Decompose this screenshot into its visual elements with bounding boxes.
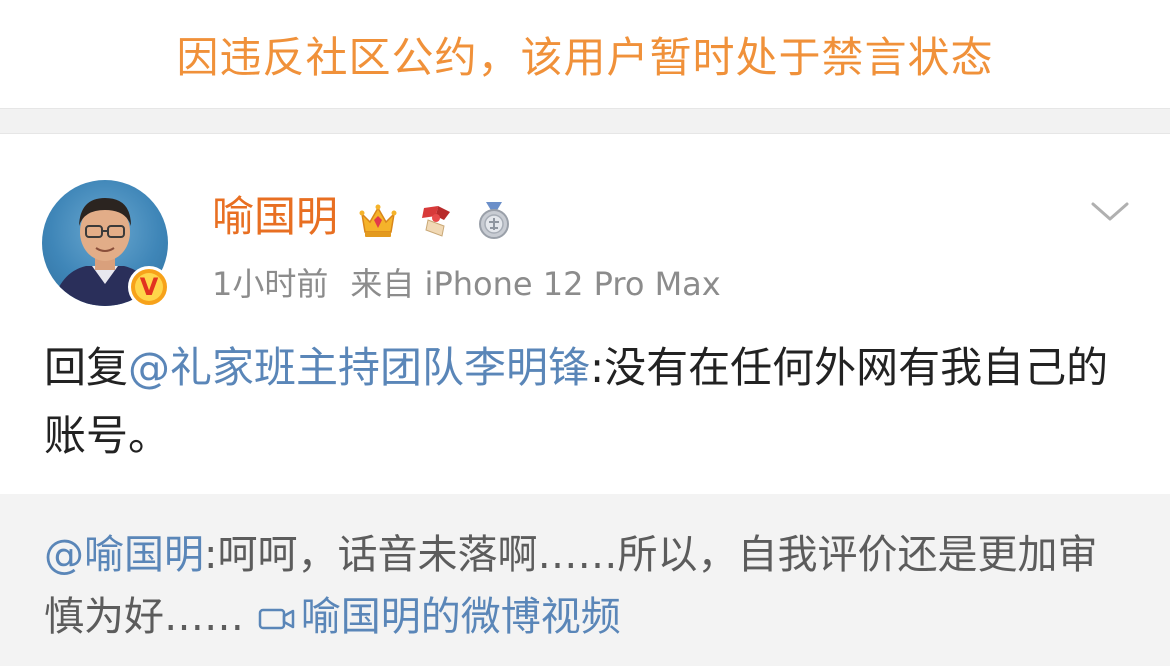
ban-notice-text: 因违反社区公约，该用户暂时处于禁言状态 (176, 32, 994, 82)
weibo-post-page: 因违反社区公约，该用户暂时处于禁言状态 V 喻国明 1小时前 来自 iPhone… (0, 0, 1170, 666)
reply-prefix: 回复 (44, 343, 129, 392)
quoted-reply-body: @喻国明:呵呵，话音未落啊……所以，自我评价还是更加审慎为好…… 喻国明的微博视… (44, 524, 1134, 652)
post-card: V 喻国明 1小时前 来自 iPhone 12 Pro Max 回复@礼家班主持… (0, 134, 1170, 494)
crown-badge-icon[interactable] (356, 198, 400, 242)
badge-row (356, 198, 516, 242)
scroll-ribbon-badge-icon[interactable] (414, 198, 458, 242)
section-divider (0, 108, 1170, 134)
mention-link[interactable]: @礼家班主持团队李明锋 (128, 343, 590, 392)
post-meta: 1小时前 来自 iPhone 12 Pro Max (212, 262, 721, 306)
verified-badge-icon: V (128, 266, 170, 308)
post-time: 1小时前 (212, 265, 329, 303)
video-link-label: 喻国明的微博视频 (300, 594, 621, 640)
video-link[interactable]: 喻国明的微博视频 (257, 594, 621, 640)
chevron-down-icon[interactable] (1090, 192, 1130, 232)
post-source: 来自 iPhone 12 Pro Max (350, 265, 721, 303)
quoted-reply[interactable]: @喻国明:呵呵，话音未落啊……所以，自我评价还是更加审慎为好…… 喻国明的微博视… (0, 494, 1170, 666)
video-camera-icon (257, 590, 297, 652)
username[interactable]: 喻国明 (212, 190, 338, 244)
medal-badge-icon[interactable] (472, 198, 516, 242)
post-body: 回复@礼家班主持团队李明锋:没有在任何外网有我自己的账号。 (44, 334, 1134, 470)
quoted-mention-link[interactable]: @喻国明 (44, 532, 204, 578)
ban-notice: 因违反社区公约，该用户暂时处于禁言状态 (0, 0, 1170, 108)
